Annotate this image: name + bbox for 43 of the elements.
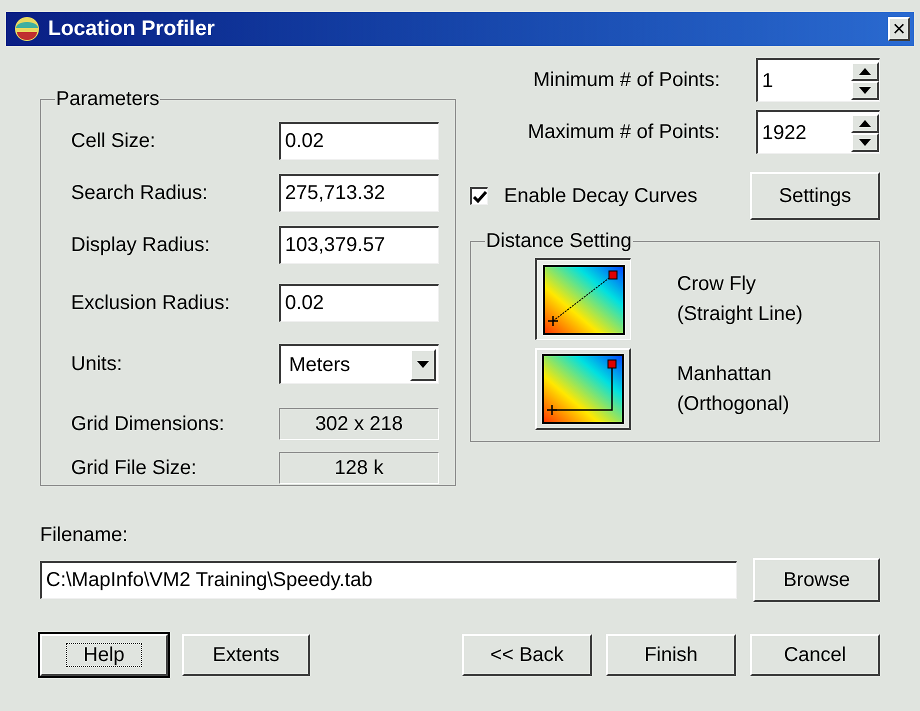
dialog-button[interactable]: Help <box>40 634 168 676</box>
text-field[interactable]: 0.02 <box>279 284 439 322</box>
distance-option-button[interactable] <box>535 258 631 340</box>
field-label: Exclusion Radius: <box>71 291 231 316</box>
points-label: Maximum # of Points: <box>528 120 720 145</box>
text-field[interactable]: 0.02 <box>279 122 439 160</box>
decay-checkbox[interactable] <box>470 187 488 205</box>
readout-value: 128 k <box>279 452 439 484</box>
app-globe-icon <box>14 16 40 42</box>
gradient-map-icon <box>542 264 624 334</box>
field-label: Cell Size: <box>71 129 156 154</box>
points-label: Minimum # of Points: <box>533 68 720 93</box>
field-label: Search Radius: <box>71 181 209 206</box>
text-field[interactable]: 275,713.32 <box>279 174 439 212</box>
dialog-button[interactable]: Cancel <box>750 634 880 676</box>
units-dropdown[interactable]: Meters <box>279 344 439 384</box>
field-label: Display Radius: <box>71 233 211 258</box>
checkbox-label: Enable Decay Curves <box>504 184 698 209</box>
spin-field[interactable]: 1922 <box>756 110 880 154</box>
gradient-map-icon <box>542 354 624 424</box>
readout-value: 302 x 218 <box>279 408 439 440</box>
spin-arrows-icon <box>851 62 879 100</box>
spin-arrows-icon <box>851 114 879 152</box>
group-title: Distance Setting <box>485 229 633 254</box>
filename-field[interactable]: C:\MapInfo\VM2 Training\Speedy.tab <box>40 561 738 599</box>
option-label: Manhattan <box>677 362 773 387</box>
dialog-button[interactable]: Extents <box>182 634 310 676</box>
filename-label: Filename: <box>40 523 129 548</box>
option-label: (Straight Line) <box>677 302 803 327</box>
field-label: Grid Dimensions: <box>71 412 226 437</box>
option-label: Crow Fly <box>677 272 757 297</box>
field-label: Units: <box>71 352 124 377</box>
text-field[interactable]: 103,379.57 <box>279 226 439 264</box>
spin-field[interactable]: 1 <box>756 58 880 102</box>
browse-button[interactable]: Browse <box>753 558 880 602</box>
group-title: Parameters <box>55 87 160 112</box>
close-button[interactable]: × <box>888 17 910 41</box>
settings-button[interactable]: Settings <box>750 172 880 220</box>
dialog-button[interactable]: Finish <box>606 634 736 676</box>
field-label: Grid File Size: <box>71 456 198 481</box>
dialog-button[interactable]: << Back <box>462 634 592 676</box>
option-label: (Orthogonal) <box>677 392 790 417</box>
window-title: Location Profiler <box>48 16 216 42</box>
